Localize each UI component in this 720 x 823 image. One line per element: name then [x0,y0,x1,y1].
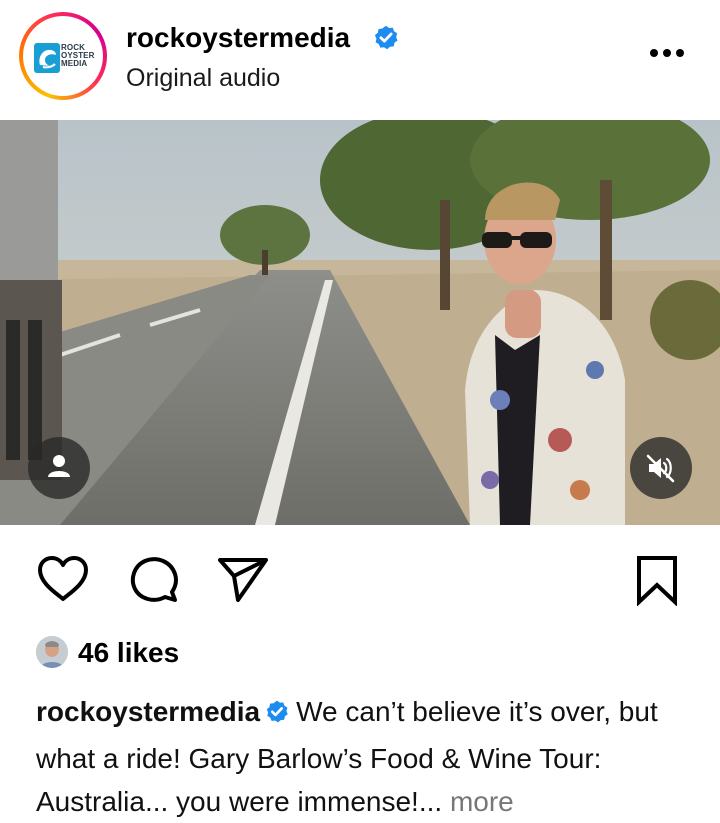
bookmark-icon[interactable] [634,554,680,606]
heart-icon[interactable] [36,554,90,604]
logo-line-3: MEDIA [61,59,88,68]
more-options-icon[interactable] [649,47,685,59]
logo-wordmark: ROCK OYSTER MEDIA [61,44,95,68]
caption-more-link[interactable]: more [450,786,514,817]
send-icon[interactable] [216,554,270,604]
person-tag-icon [48,455,70,477]
rock-oyster-logo-icon [34,43,60,73]
post-caption: rockoystermedia We can’t believe it’s ov… [36,690,696,823]
muted-speaker-icon [646,454,675,483]
post-header: ROCK OYSTER MEDIA rockoystermedia Origin… [0,0,720,120]
caption-verified [264,694,290,737]
comment-icon[interactable] [128,554,180,604]
header-username[interactable]: rockoystermedia [126,20,350,56]
likes-count[interactable]: 46 likes [78,636,179,670]
verified-badge-icon [266,700,288,723]
tag-people-button[interactable] [28,437,90,499]
post-video[interactable] [0,120,720,525]
liker-avatar[interactable] [36,636,68,668]
mute-toggle-button[interactable] [630,437,692,499]
profile-avatar[interactable]: ROCK OYSTER MEDIA [19,12,107,100]
liker-avatar-image [36,636,68,668]
video-frame [0,120,720,525]
caption-username[interactable]: rockoystermedia [36,696,260,727]
avatar-logo: ROCK OYSTER MEDIA [23,16,103,96]
original-audio-link[interactable]: Original audio [126,62,280,94]
verified-badge-icon [374,25,398,50]
